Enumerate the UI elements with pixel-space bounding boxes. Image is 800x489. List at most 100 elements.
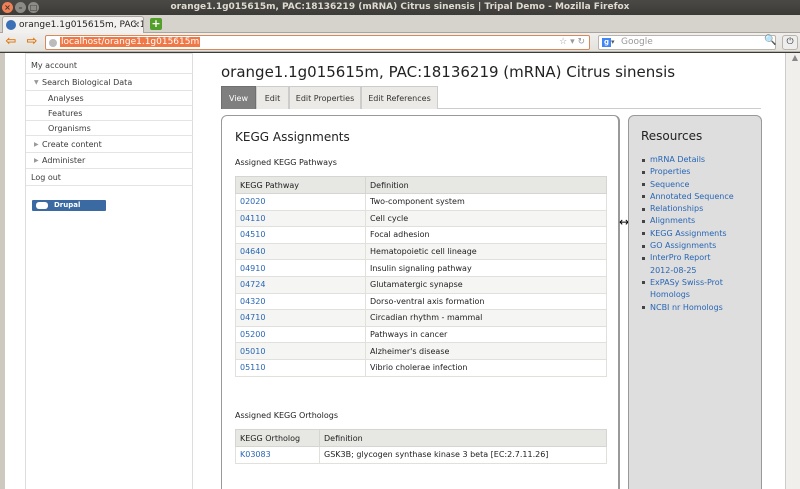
sidebar-item-analyses[interactable]: Analyses [48, 94, 84, 103]
sidebar-item-search-biological-data[interactable]: Search Biological Data [42, 78, 132, 87]
divider [26, 73, 193, 74]
divider [26, 90, 193, 91]
table-row: 05110 Vibrio cholerae infection [235, 358, 607, 377]
collapsed-arrow-icon: ▶ [34, 141, 39, 148]
resource-link[interactable]: ExPASy Swiss-Prot [642, 277, 734, 289]
scrollbar[interactable]: ▲ [785, 53, 800, 489]
scroll-up-icon[interactable]: ▲ [792, 53, 798, 62]
resource-link[interactable]: GO Assignments [642, 240, 734, 252]
resource-link[interactable]: Relationships [642, 203, 734, 215]
pathway-link[interactable]: 04110 [235, 209, 366, 228]
expanded-arrow-icon: ▼ [34, 79, 39, 86]
resource-link[interactable]: mRNA Details [642, 154, 734, 166]
tab-edit-references[interactable]: Edit References [361, 86, 438, 109]
maximize-window-icon[interactable]: □ [28, 2, 39, 13]
sidebar: My account ▼ Search Biological Data Anal… [25, 53, 193, 489]
pathways-table: KEGG Pathway Definition 02020 Two-compone… [235, 176, 607, 377]
back-icon[interactable]: ⇦ [3, 35, 19, 50]
tab-edit[interactable]: Edit [256, 86, 289, 109]
pathways-heading: Assigned KEGG Pathways [235, 158, 337, 167]
sidebar-item-my-account[interactable]: My account [31, 61, 77, 70]
divider [26, 105, 193, 106]
resource-link[interactable]: Homologs [642, 289, 734, 301]
table-header: KEGG Pathway [235, 176, 366, 194]
resource-link[interactable]: 2012-08-25 [642, 265, 734, 277]
sidebar-item-log-out[interactable]: Log out [31, 173, 61, 182]
resource-link[interactable]: KEGG Assignments [642, 228, 734, 240]
search-engine-dropdown-icon[interactable]: ▾ [611, 36, 615, 49]
table-row: 04110 Cell cycle [235, 209, 607, 228]
resource-link[interactable]: Sequence [642, 179, 734, 191]
sidebar-item-administer[interactable]: Administer [42, 156, 85, 165]
close-tab-icon[interactable]: × [132, 17, 140, 33]
table-row: 04724 Glutamatergic synapse [235, 275, 607, 294]
browser-tab[interactable]: orange1.1g015615m, PAC:181... × [2, 16, 144, 33]
search-input[interactable]: g ▾ Google [598, 35, 776, 50]
table-row: K03083 GSK3B; glycogen synthase kinase 3 … [235, 446, 607, 464]
resource-link[interactable]: InterPro Report [642, 252, 734, 264]
orthologs-table: KEGG Ortholog Definition K03083 GSK3B; gl… [235, 429, 607, 464]
window-titlebar: × – □ orange1.1g015615m, PAC:18136219 (m… [0, 0, 800, 15]
definition-cell: Two-component system [365, 193, 607, 211]
sidebar-item-features[interactable]: Features [48, 109, 82, 118]
page-content: My account ▼ Search Biological Data Anal… [0, 53, 800, 489]
mouse-cursor-icon: ↔ [619, 215, 630, 229]
definition-cell: Alzheimer's disease [365, 342, 607, 360]
definition-cell: Pathways in cancer [365, 325, 607, 344]
forward-icon[interactable]: ⇨ [24, 35, 40, 50]
minimize-window-icon[interactable]: – [15, 2, 26, 13]
pathway-link[interactable]: 04640 [235, 242, 366, 261]
divider [26, 152, 193, 153]
kegg-heading: KEGG Assignments [235, 130, 350, 144]
definition-cell: Vibrio cholerae infection [365, 358, 607, 377]
pathway-link[interactable]: 05010 [235, 342, 366, 360]
pathway-link[interactable]: 04320 [235, 292, 366, 311]
sidebar-item-create-content[interactable]: Create content [42, 140, 102, 149]
menu-icon[interactable]: ⏻ [782, 35, 798, 50]
table-header: Definition [365, 176, 607, 194]
table-row: 04320 Dorso-ventral axis formation [235, 292, 607, 311]
definition-cell: GSK3B; glycogen synthase kinase 3 beta [… [319, 446, 607, 464]
resources-heading: Resources [641, 129, 703, 143]
ortholog-link[interactable]: K03083 [235, 446, 320, 464]
search-go-icon[interactable]: 🔍 [764, 35, 776, 50]
window-title: orange1.1g015615m, PAC:18136219 (mRNA) C… [170, 2, 630, 12]
divider [26, 135, 193, 136]
tab-edit-properties[interactable]: Edit Properties [289, 86, 361, 109]
pathway-link[interactable]: 04510 [235, 226, 366, 244]
table-row: 04910 Insulin signaling pathway [235, 259, 607, 277]
orthologs-heading: Assigned KEGG Orthologs [235, 411, 339, 420]
bookmark-star-icon[interactable]: ☆ ▾ ↻ [559, 36, 585, 49]
table-header: KEGG Ortholog [235, 429, 320, 447]
new-tab-icon[interactable]: + [150, 18, 162, 30]
pathway-link[interactable]: 05200 [235, 325, 366, 344]
resources-list: mRNA Details Properties Sequence Annotated … [642, 154, 734, 314]
pathway-link[interactable]: 04710 [235, 309, 366, 327]
pathway-link[interactable]: 04910 [235, 259, 366, 277]
url-bar[interactable]: localhost/orange1.1g015615m ☆ ▾ ↻ [45, 35, 590, 50]
resource-link[interactable]: Properties [642, 166, 734, 178]
pathway-link[interactable]: 02020 [235, 193, 366, 211]
divider [26, 185, 193, 186]
drupal-logo-icon [36, 202, 48, 209]
divider [26, 168, 193, 169]
resource-link[interactable]: Annotated Sequence [642, 191, 734, 203]
resource-link[interactable]: NCBI nr Homologs [642, 302, 734, 314]
navigation-toolbar: ⇦ ⇨ localhost/orange1.1g015615m ☆ ▾ ↻ g … [0, 33, 800, 52]
resource-link[interactable]: Alignments [642, 215, 734, 227]
definition-cell: Insulin signaling pathway [365, 259, 607, 277]
close-window-icon[interactable]: × [2, 2, 13, 13]
page-title: orange1.1g015615m, PAC:18136219 (mRNA) C… [221, 63, 676, 81]
search-placeholder: Google [621, 37, 653, 47]
sidebar-item-organisms[interactable]: Organisms [48, 124, 91, 133]
collapsed-arrow-icon: ▶ [34, 157, 39, 164]
site-identity-icon[interactable] [49, 39, 57, 47]
browser-tabstrip: orange1.1g015615m, PAC:181... × + [0, 15, 800, 33]
page-left-border [0, 53, 5, 489]
pathway-link[interactable]: 04724 [235, 275, 366, 294]
definition-cell: Circadian rhythm - mammal [365, 309, 607, 327]
google-icon[interactable]: g [602, 38, 611, 47]
pathway-link[interactable]: 05110 [235, 358, 366, 377]
tab-view[interactable]: View [221, 86, 256, 109]
powered-by-drupal-badge[interactable]: Drupal [32, 200, 106, 211]
